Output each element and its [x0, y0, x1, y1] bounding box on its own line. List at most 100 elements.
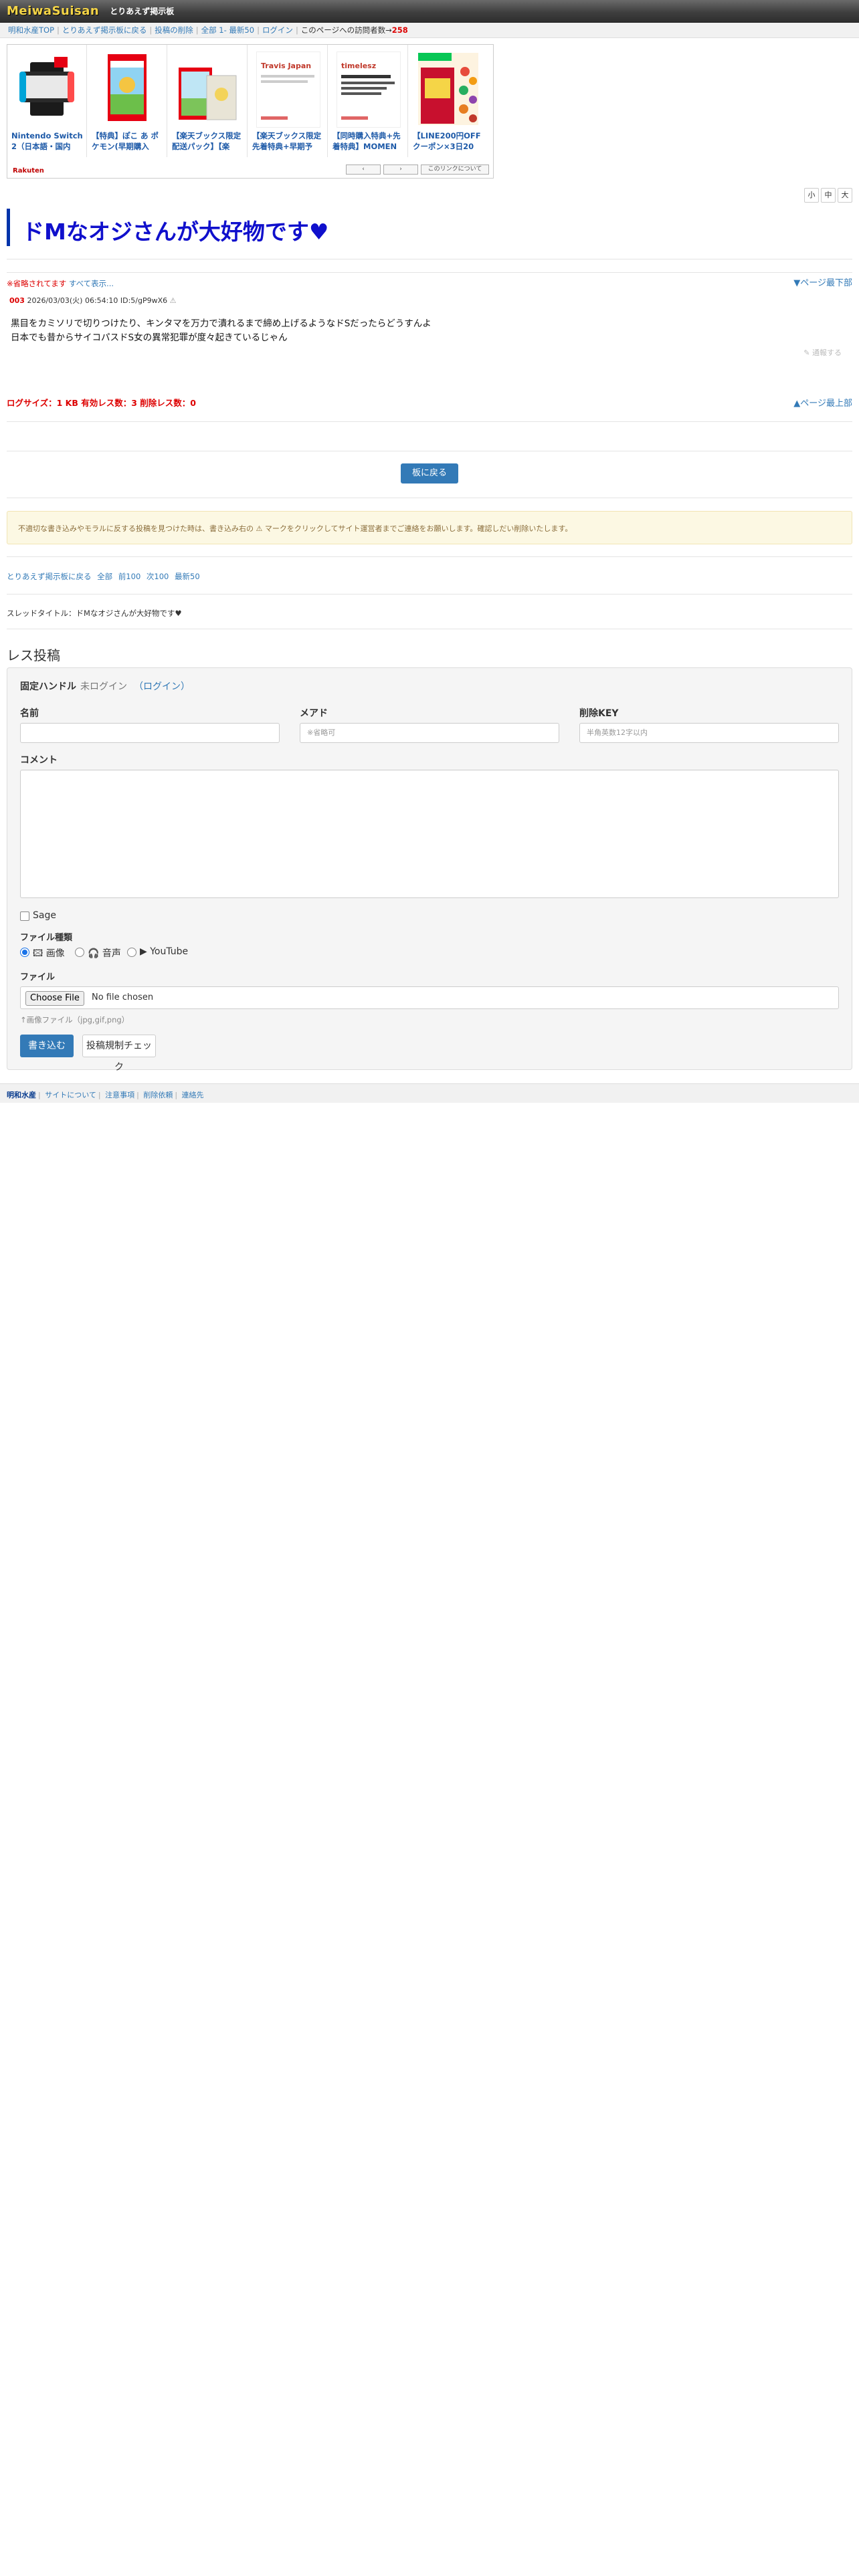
- nav-login-link[interactable]: ログイン: [262, 25, 293, 35]
- report-link[interactable]: ✎ 通報する: [803, 347, 842, 358]
- submit-button[interactable]: 書き込む: [20, 1035, 74, 1057]
- footer-links: 明和水産 | サイトについて | 注意事項 | 削除依頼 | 連絡先: [7, 1091, 204, 1099]
- nav-bar: 明和水産TOP | とりあえず掲示板に戻る | 投稿の削除 | 全部 1- 最新50 |…: [0, 23, 859, 38]
- nav-board-link[interactable]: とりあえず掲示板に戻る: [62, 25, 147, 35]
- prev100-link[interactable]: 前100: [118, 572, 140, 581]
- ad-about-link[interactable]: このリンクについて: [421, 165, 489, 175]
- board-name: とりあえず掲示板: [110, 7, 175, 16]
- divider: [7, 594, 852, 595]
- footer-brand-link[interactable]: 明和水産: [7, 1091, 36, 1099]
- ad-title[interactable]: 【楽天ブックス限定先着特典+早期予: [252, 130, 324, 152]
- ad-title[interactable]: Nintendo Switch 2（日本語・国内: [11, 130, 84, 152]
- image-icon: 🖾: [33, 948, 43, 959]
- no-file-text: No file chosen: [92, 992, 154, 1002]
- site-logo[interactable]: MeiwaSuisan: [7, 4, 99, 18]
- filetype-youtube-option: ▶ YouTube: [140, 946, 188, 957]
- report-label: 通報する: [812, 348, 842, 357]
- back-to-board-button[interactable]: 板に戻る: [401, 463, 458, 484]
- all-link[interactable]: 全部: [97, 572, 112, 581]
- filetype-image-radio[interactable]: [20, 948, 29, 957]
- filetype-audio-radio[interactable]: [75, 948, 84, 957]
- footer-about-link[interactable]: サイトについて: [45, 1091, 96, 1099]
- mail-input[interactable]: ※省略可: [300, 723, 559, 743]
- ad-item[interactable]: Travis Japan 【楽天ブックス限定先着特典+早期予: [248, 45, 328, 157]
- ad-item[interactable]: 【LINE200円OFFクーポン×3日20: [409, 45, 488, 157]
- page-bottom-link[interactable]: ▼ページ最下部: [793, 276, 852, 288]
- sage-checkbox[interactable]: [20, 911, 29, 921]
- mail-label: メアド: [300, 708, 328, 719]
- post-line: 日本でも昔からサイコパスドS女の異常犯罪が度々起きているじゃん: [11, 332, 288, 343]
- pencil-icon: ✎: [803, 348, 810, 357]
- form-heading: レス投稿: [7, 647, 60, 663]
- ad-title[interactable]: 【楽天ブックス限定配送パック】【楽: [172, 130, 244, 152]
- show-all-link[interactable]: すべて表示...: [69, 279, 114, 288]
- divider: [7, 421, 852, 422]
- nav-delete-link[interactable]: 投稿の削除: [155, 25, 193, 35]
- filetype-audio-option: 🎧 音声: [88, 946, 121, 960]
- nav-range-link[interactable]: 1-: [219, 25, 226, 35]
- ad-next-button[interactable]: ›: [383, 165, 418, 175]
- ad-prev-button[interactable]: ‹: [346, 165, 381, 175]
- nav-top-link[interactable]: 明和水産TOP: [8, 25, 54, 35]
- ad-item[interactable]: 【楽天ブックス限定配送パック】【楽: [168, 45, 248, 157]
- board-back-link[interactable]: とりあえず掲示板に戻る: [7, 572, 92, 581]
- font-size-controls: 小 中 大: [804, 188, 852, 203]
- filetype-image-text: 画像: [45, 948, 65, 959]
- handle-login-link[interactable]: （ログイン）: [134, 681, 190, 692]
- console-product-image: [15, 51, 78, 126]
- reply-form: 固定ハンドル 未ログイン （ログイン） 名前 メアド ※省略可 削除KEY 半角英数…: [7, 667, 852, 1073]
- album-cover-image: timelesz: [337, 51, 401, 128]
- post-check-button[interactable]: 投稿規制チェック: [82, 1035, 156, 1073]
- footer-delete-request-link[interactable]: 削除依頼: [143, 1091, 173, 1099]
- coupon-banner-image: [417, 51, 480, 126]
- notice-box: 不適切な書き込みやモラルに反する投稿を見つけた時は、書き込み右の ⚠ マークをク…: [7, 511, 852, 544]
- ad-item[interactable]: 【特典】ぽこ あ ポケモン(早期購入: [88, 45, 167, 157]
- page-top-link[interactable]: ▲ページ最上部: [793, 396, 852, 409]
- ad-item[interactable]: timelesz 【同時購入特典+先着特典】MOMEN: [328, 45, 408, 157]
- album-cover-text: timelesz: [341, 62, 377, 70]
- headphones-icon: 🎧: [88, 948, 100, 959]
- site-header: MeiwaSuisan とりあえず掲示板: [0, 0, 859, 23]
- footer-caution-link[interactable]: 注意事項: [105, 1091, 134, 1099]
- footer-contact-link[interactable]: 連絡先: [182, 1091, 204, 1099]
- delkey-label: 削除KEY: [579, 708, 619, 719]
- rakuten-logo[interactable]: Rakuten: [13, 167, 44, 175]
- album-cover-text: Travis Japan: [261, 62, 312, 70]
- font-large-button[interactable]: 大: [838, 188, 852, 203]
- omitted-row: ※省略されてます すべて表示...: [7, 278, 114, 289]
- nav-latest50-link[interactable]: 最新50: [229, 25, 254, 35]
- warning-icon[interactable]: ⚠: [170, 296, 177, 305]
- thread-title-line: スレッドタイトル：ドMなオジさんが大好物です♥: [7, 609, 182, 618]
- ad-banner: Nintendo Switch 2（日本語・国内 【特典】ぽこ あ ポケモン(早…: [7, 44, 494, 179]
- name-input[interactable]: [20, 723, 280, 743]
- filetype-audio-text: 音声: [102, 948, 121, 959]
- thread-title-block: ドMなオジさんが大好物です♥: [7, 209, 853, 246]
- next100-link[interactable]: 次100: [147, 572, 169, 581]
- file-label: ファイル: [20, 972, 56, 982]
- name-label: 名前: [20, 708, 39, 719]
- game-box-image: [176, 51, 239, 126]
- ad-title[interactable]: 【LINE200円OFFクーポン×3日20: [413, 130, 485, 152]
- file-input[interactable]: Choose File No file chosen: [20, 986, 839, 1009]
- game-box-image: [96, 51, 159, 126]
- delkey-input[interactable]: 半角英数12字以内: [579, 723, 839, 743]
- ad-item[interactable]: Nintendo Switch 2（日本語・国内: [7, 45, 87, 157]
- nav-all-link[interactable]: 全部: [201, 25, 217, 35]
- bottom-links: とりあえず掲示板に戻る 全部 前100 次100 最新50: [7, 571, 203, 582]
- latest50-link[interactable]: 最新50: [175, 572, 200, 581]
- filetype-youtube-radio[interactable]: [127, 948, 136, 957]
- ad-title[interactable]: 【同時購入特典+先着特典】MOMEN: [332, 130, 405, 152]
- choose-file-button[interactable]: Choose File: [25, 991, 84, 1006]
- handle-label: 固定ハンドル: [20, 681, 76, 692]
- font-medium-button[interactable]: 中: [821, 188, 836, 203]
- footer: 明和水産 | サイトについて | 注意事項 | 削除依頼 | 連絡先: [0, 1083, 859, 1103]
- comment-textarea[interactable]: [20, 770, 839, 898]
- font-small-button[interactable]: 小: [804, 188, 819, 203]
- visitor-count: 258: [391, 25, 408, 35]
- post-number[interactable]: 003: [9, 296, 25, 305]
- post-meta: 2026/03/03(火) 06:54:10 ID:5/gP9wX6: [27, 296, 168, 305]
- ad-title[interactable]: 【特典】ぽこ あ ポケモン(早期購入: [92, 130, 164, 152]
- omitted-notice: ※省略されてます: [7, 279, 67, 288]
- video-camera-icon: ▶: [140, 946, 147, 957]
- post-header: 003 2026/03/03(火) 06:54:10 ID:5/gP9wX6 ⚠: [9, 295, 177, 306]
